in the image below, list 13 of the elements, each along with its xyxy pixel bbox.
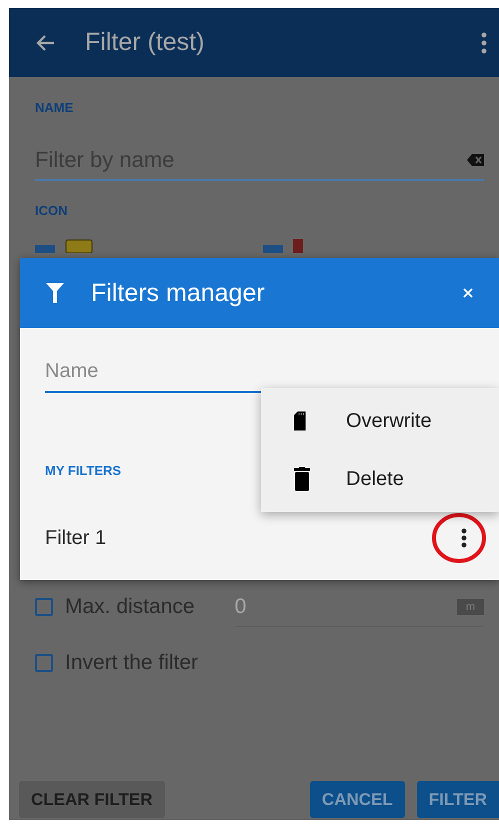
section-label: ICON [35, 203, 68, 218]
menu-item[interactable]: Overwrite [261, 392, 499, 450]
filter-name-field[interactable]: Name [45, 360, 270, 393]
screen-title: Filter (test) [85, 28, 206, 57]
dialog-title: Filters manager [91, 278, 266, 308]
option-label: Max. distance [65, 595, 195, 619]
action-button[interactable]: CANCEL [310, 781, 405, 818]
filter-name[interactable]: Filter 1 [45, 526, 461, 550]
action-button[interactable]: CLEAR FILTER [19, 781, 165, 818]
section-label: NAME [35, 100, 74, 115]
option-label: Invert the filter [65, 651, 198, 675]
action-button[interactable]: FILTER [416, 781, 499, 818]
menu-item[interactable]: Delete [261, 450, 499, 508]
